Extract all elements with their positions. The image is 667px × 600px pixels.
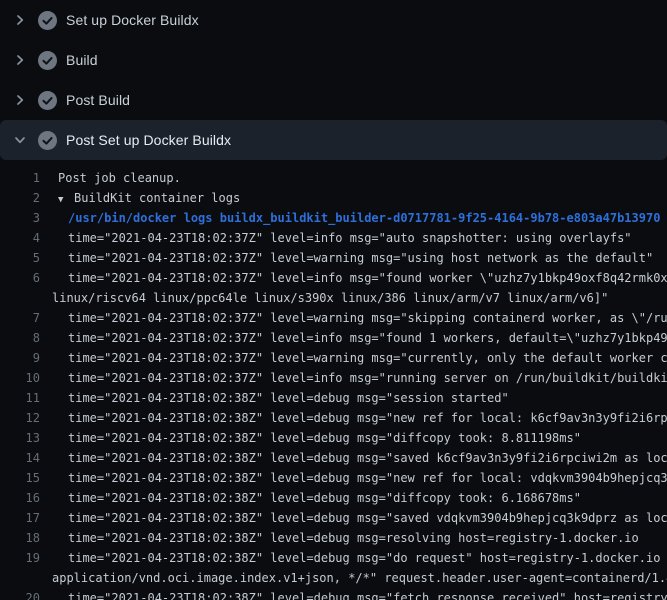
log-row: 17 time="2021-04-23T18:02:38Z" level=deb…: [0, 508, 667, 528]
line-number[interactable]: 7: [0, 308, 40, 328]
log-row: 7 time="2021-04-23T18:02:37Z" level=warn…: [0, 308, 667, 328]
log-row-continuation: application/vnd.oci.image.index.v1+json,…: [0, 568, 667, 588]
log-text: time="2021-04-23T18:02:38Z" level=debug …: [40, 388, 509, 408]
log-text: time="2021-04-23T18:02:38Z" level=debug …: [40, 428, 581, 448]
log-row: 10 time="2021-04-23T18:02:37Z" level=inf…: [0, 368, 667, 388]
log-panel: 1 Post job cleanup. 2 ▼BuildKit containe…: [0, 160, 667, 600]
log-row: 6 time="2021-04-23T18:02:37Z" level=info…: [0, 268, 667, 288]
line-number: [0, 568, 40, 588]
log-text: time="2021-04-23T18:02:38Z" level=debug …: [40, 448, 667, 468]
step-header-set-up-docker-buildx[interactable]: Set up Docker Buildx: [0, 0, 667, 40]
log-text: time="2021-04-23T18:02:38Z" level=debug …: [40, 488, 581, 508]
log-row: 16 time="2021-04-23T18:02:38Z" level=deb…: [0, 488, 667, 508]
log-row: 11 time="2021-04-23T18:02:38Z" level=deb…: [0, 388, 667, 408]
log-text: time="2021-04-23T18:02:37Z" level=warnin…: [40, 248, 653, 268]
line-number[interactable]: 2: [0, 188, 40, 208]
step-header-build[interactable]: Build: [0, 40, 667, 80]
chevron-right-icon: [12, 52, 28, 68]
line-number[interactable]: 14: [0, 448, 40, 468]
log-text: time="2021-04-23T18:02:38Z" level=debug …: [40, 588, 667, 600]
step-label: Post Set up Docker Buildx: [66, 132, 231, 148]
log-text: time="2021-04-23T18:02:38Z" level=debug …: [40, 468, 667, 488]
line-number[interactable]: 20: [0, 588, 40, 600]
step-header-post-set-up-docker-buildx[interactable]: Post Set up Docker Buildx: [0, 120, 667, 160]
collapse-triangle-icon[interactable]: ▼: [58, 190, 74, 208]
log-row-command: 3 /usr/bin/docker logs buildx_buildkit_b…: [0, 208, 667, 228]
line-number[interactable]: 8: [0, 328, 40, 348]
log-row: 20 time="2021-04-23T18:02:38Z" level=deb…: [0, 588, 667, 600]
line-number[interactable]: 15: [0, 468, 40, 488]
line-number[interactable]: 17: [0, 508, 40, 528]
log-text: /usr/bin/docker logs buildx_buildkit_bui…: [40, 208, 660, 228]
line-number[interactable]: 5: [0, 248, 40, 268]
actions-log-viewer: Set up Docker Buildx Build Post Build Po…: [0, 0, 667, 600]
log-row: 19 time="2021-04-23T18:02:38Z" level=deb…: [0, 548, 667, 568]
step-label: Set up Docker Buildx: [66, 12, 199, 28]
log-row: 12 time="2021-04-23T18:02:38Z" level=deb…: [0, 408, 667, 428]
step-label: Build: [66, 52, 98, 68]
log-text: ▼BuildKit container logs: [40, 188, 240, 208]
log-text: time="2021-04-23T18:02:38Z" level=debug …: [40, 528, 639, 548]
log-row: 8 time="2021-04-23T18:02:37Z" level=info…: [0, 328, 667, 348]
log-text: time="2021-04-23T18:02:38Z" level=debug …: [40, 508, 667, 528]
line-number[interactable]: 19: [0, 548, 40, 568]
line-number[interactable]: 18: [0, 528, 40, 548]
line-number[interactable]: 13: [0, 428, 40, 448]
check-circle-icon: [38, 51, 57, 70]
log-group-header[interactable]: 2 ▼BuildKit container logs: [0, 188, 667, 208]
line-number[interactable]: 6: [0, 268, 40, 288]
log-text: time="2021-04-23T18:02:37Z" level=warnin…: [40, 308, 667, 328]
log-row: 14 time="2021-04-23T18:02:38Z" level=deb…: [0, 448, 667, 468]
log-text: Post job cleanup.: [40, 168, 181, 188]
log-text: time="2021-04-23T18:02:37Z" level=warnin…: [40, 348, 667, 368]
log-text: time="2021-04-23T18:02:38Z" level=debug …: [40, 408, 667, 428]
log-group-label: BuildKit container logs: [74, 191, 240, 205]
log-row: 15 time="2021-04-23T18:02:38Z" level=deb…: [0, 468, 667, 488]
log-row-continuation: linux/riscv64 linux/ppc64le linux/s390x …: [0, 288, 667, 308]
steps-list: Set up Docker Buildx Build Post Build Po…: [0, 0, 667, 160]
log-row: 18 time="2021-04-23T18:02:38Z" level=deb…: [0, 528, 667, 548]
check-circle-icon: [38, 11, 57, 30]
check-circle-icon: [38, 131, 57, 150]
log-row: 4 time="2021-04-23T18:02:37Z" level=info…: [0, 228, 667, 248]
log-row: 9 time="2021-04-23T18:02:37Z" level=warn…: [0, 348, 667, 368]
log-text: time="2021-04-23T18:02:38Z" level=debug …: [40, 548, 667, 568]
log-text: linux/riscv64 linux/ppc64le linux/s390x …: [40, 288, 608, 308]
line-number: [0, 288, 40, 308]
log-text: time="2021-04-23T18:02:37Z" level=info m…: [40, 268, 667, 288]
line-number[interactable]: 16: [0, 488, 40, 508]
log-text: time="2021-04-23T18:02:37Z" level=info m…: [40, 328, 667, 348]
log-text: time="2021-04-23T18:02:37Z" level=info m…: [40, 228, 632, 248]
line-number[interactable]: 9: [0, 348, 40, 368]
log-row: 1 Post job cleanup.: [0, 168, 667, 188]
line-number[interactable]: 12: [0, 408, 40, 428]
line-number[interactable]: 10: [0, 368, 40, 388]
chevron-right-icon: [12, 12, 28, 28]
chevron-right-icon: [12, 92, 28, 108]
line-number[interactable]: 1: [0, 168, 40, 188]
chevron-down-icon: [12, 132, 28, 148]
log-row: 5 time="2021-04-23T18:02:37Z" level=warn…: [0, 248, 667, 268]
check-circle-icon: [38, 91, 57, 110]
line-number[interactable]: 11: [0, 388, 40, 408]
log-row: 13 time="2021-04-23T18:02:38Z" level=deb…: [0, 428, 667, 448]
log-text: application/vnd.oci.image.index.v1+json,…: [40, 568, 667, 588]
step-label: Post Build: [66, 92, 130, 108]
line-number[interactable]: 4: [0, 228, 40, 248]
log-text: time="2021-04-23T18:02:37Z" level=info m…: [40, 368, 667, 388]
step-header-post-build[interactable]: Post Build: [0, 80, 667, 120]
line-number[interactable]: 3: [0, 208, 40, 228]
